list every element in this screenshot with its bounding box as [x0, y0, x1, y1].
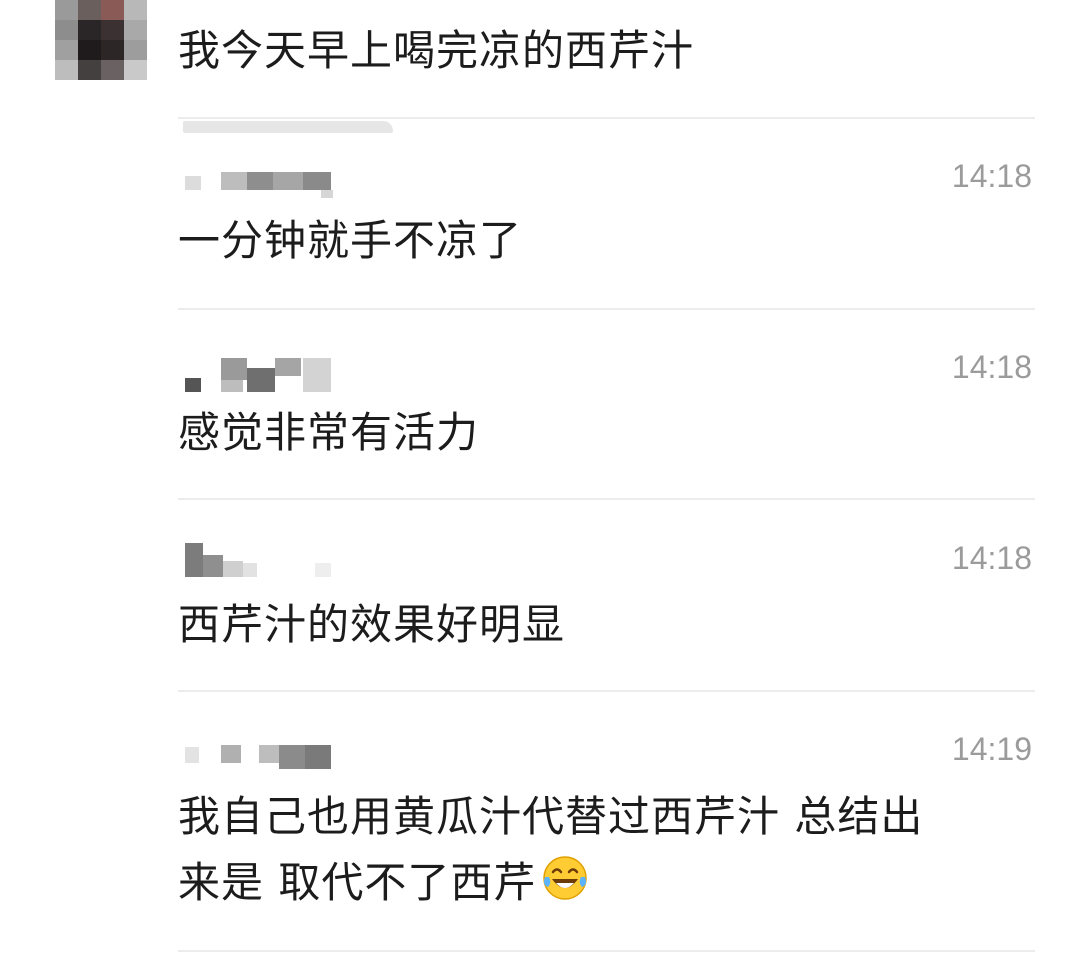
username-blur[interactable]	[185, 172, 345, 198]
username-blur[interactable]	[185, 358, 345, 392]
top-message-text: 我今天早上喝完凉的西芹汁	[178, 26, 695, 75]
username-blur[interactable]	[185, 543, 345, 577]
divider	[178, 950, 1035, 952]
partial-username-blur	[183, 121, 393, 133]
comment-text-line2: 来是 取代不了西芹	[178, 858, 537, 907]
comment-text: 西芹汁的效果好明显	[178, 600, 566, 649]
comment-text: 一分钟就手不凉了	[178, 216, 523, 265]
divider	[178, 498, 1035, 500]
divider	[178, 308, 1035, 310]
comment-text-line2-wrap: 来是 取代不了西芹	[178, 853, 590, 912]
comment-text: 感觉非常有活力	[178, 408, 480, 457]
comment-time: 14:18	[951, 540, 1032, 576]
comment-time: 14:18	[951, 349, 1032, 385]
laughing-with-tears-icon	[543, 856, 588, 900]
comment-text-line1: 我自己也用黄瓜汁代替过西芹汁 总结出	[178, 792, 924, 841]
divider	[178, 117, 1035, 119]
comment-time: 14:18	[951, 158, 1032, 194]
divider	[178, 690, 1035, 692]
username-blur[interactable]	[185, 745, 345, 769]
comment-time: 14:19	[951, 731, 1032, 767]
avatar[interactable]	[55, 0, 147, 80]
